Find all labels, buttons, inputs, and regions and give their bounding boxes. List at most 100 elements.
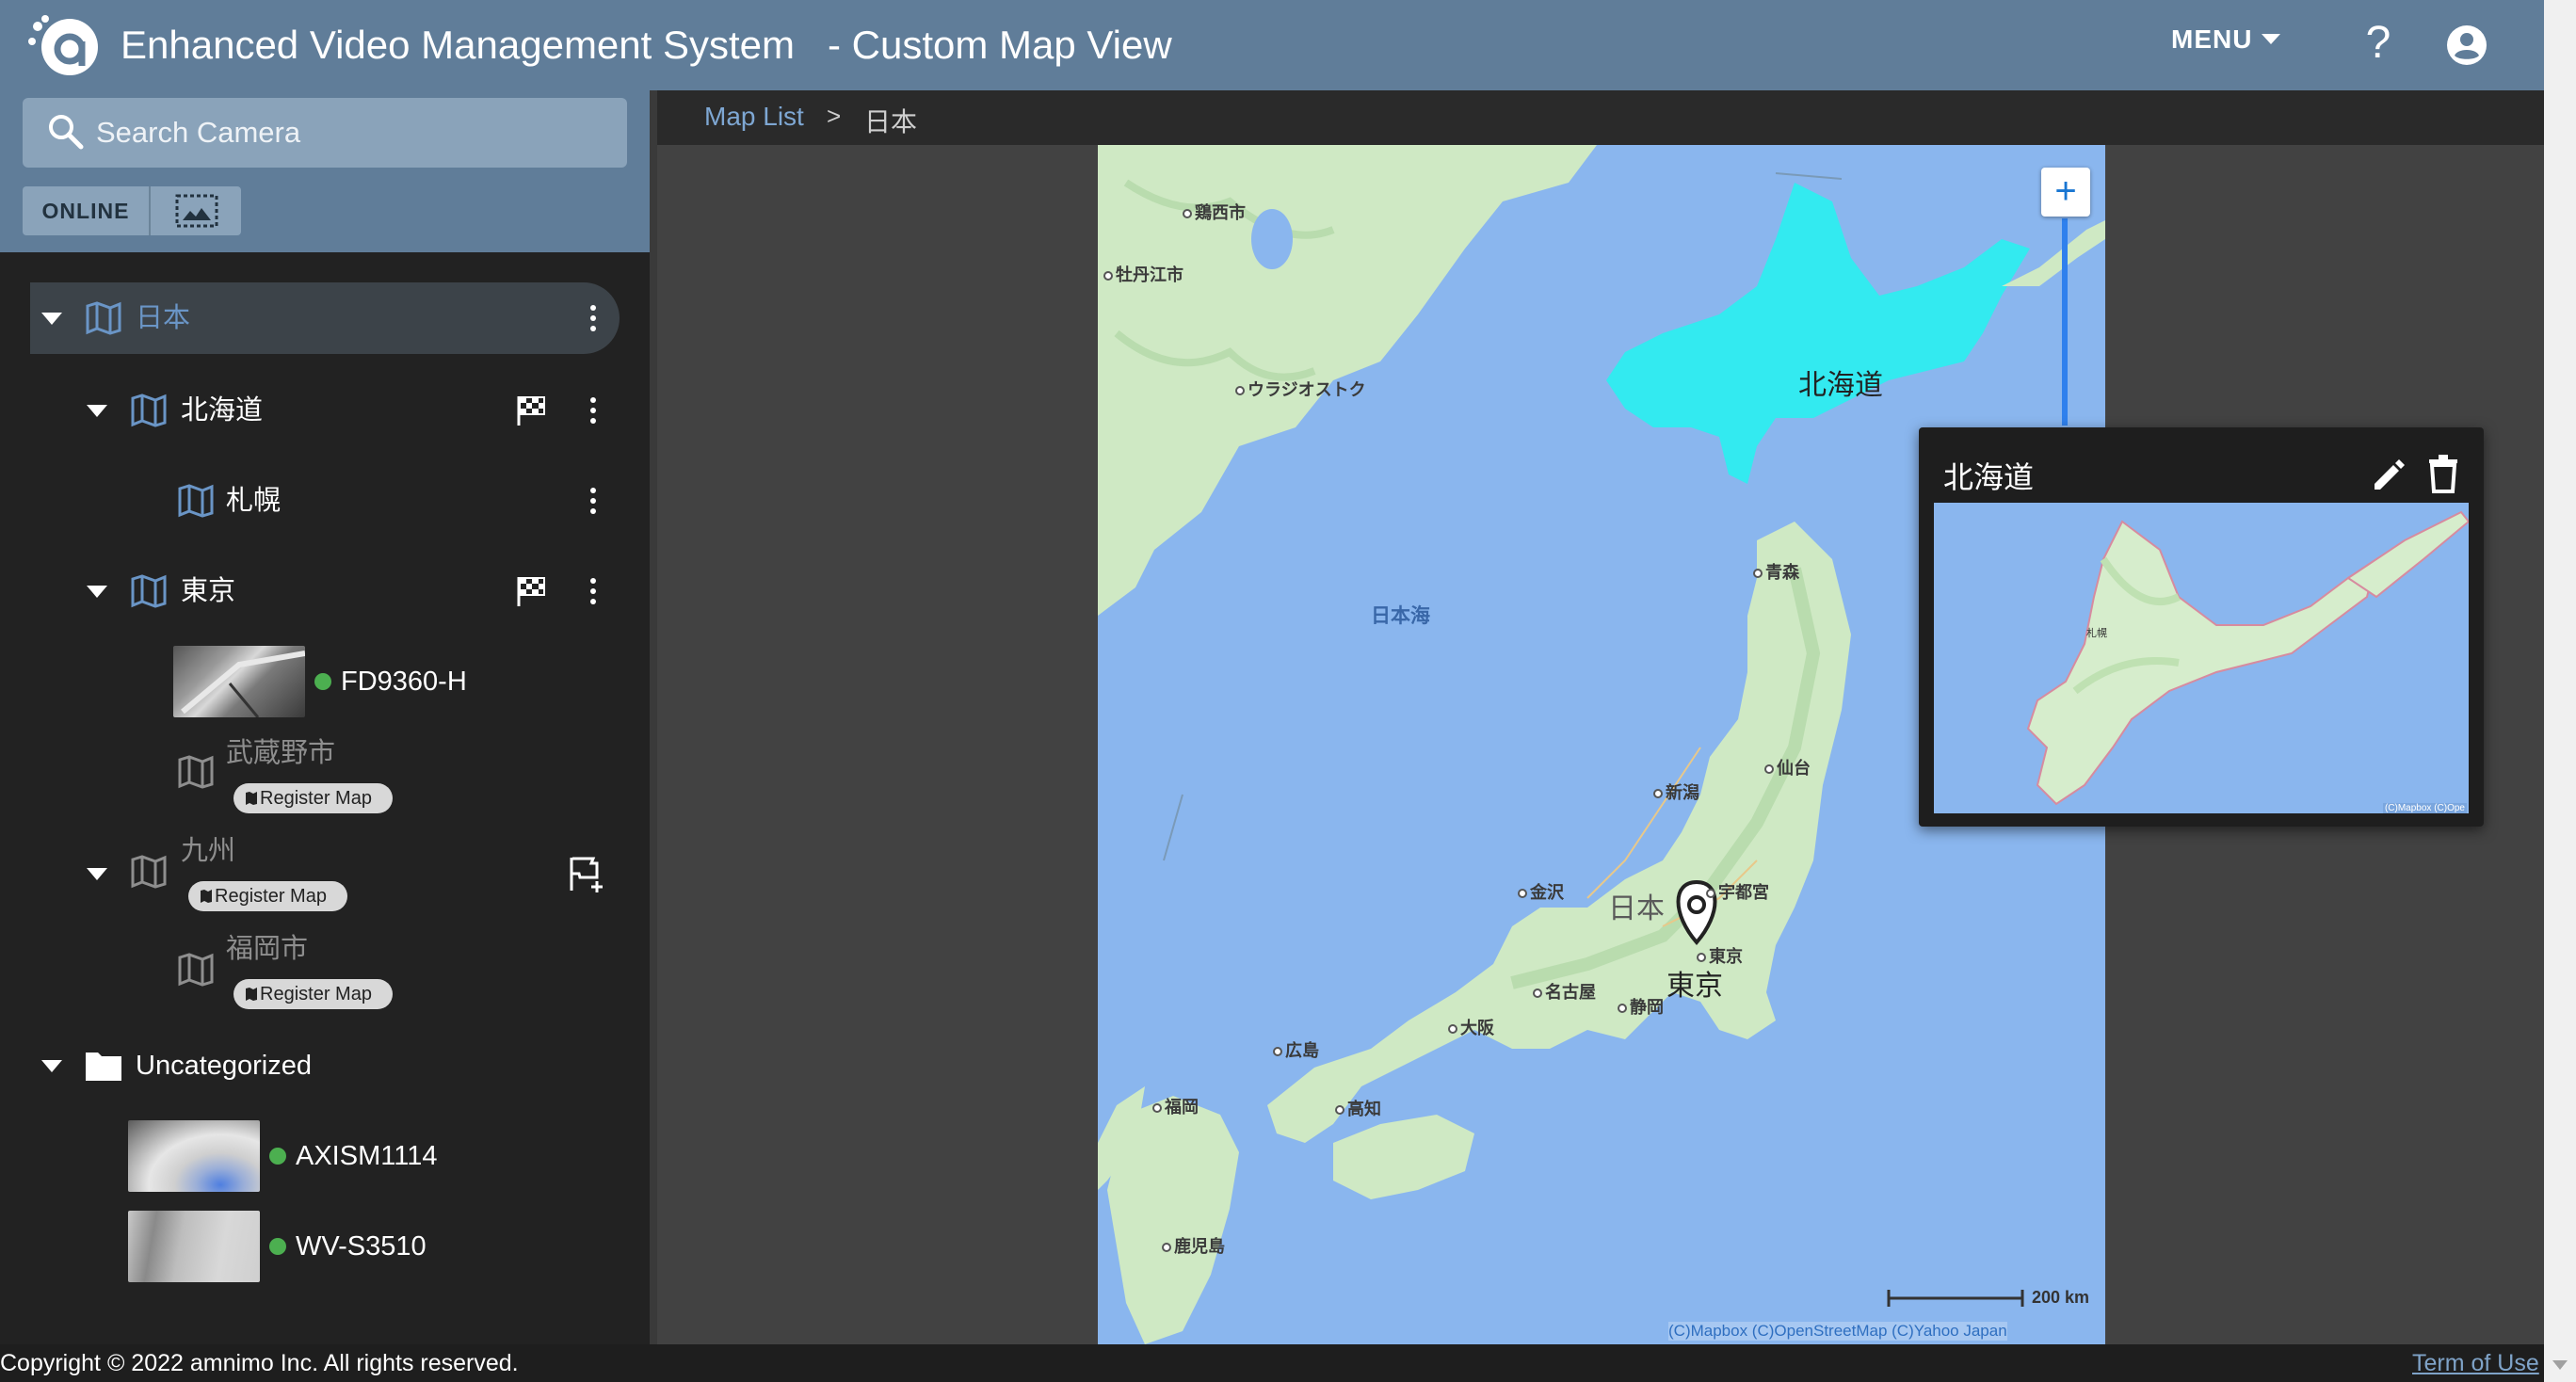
scroll-down-icon[interactable] bbox=[2550, 1356, 2570, 1374]
zoom-slider-track[interactable] bbox=[2062, 218, 2068, 426]
map-label-kochi: 高知 bbox=[1335, 1096, 1381, 1120]
map-label-utsunomiya: 宇都宮 bbox=[1706, 879, 1769, 904]
map-label-kanazawa: 金沢 bbox=[1518, 879, 1564, 904]
search-input[interactable] bbox=[96, 111, 604, 154]
filter-toggle-group: ONLINE bbox=[23, 186, 241, 235]
camera-search-box[interactable] bbox=[23, 98, 627, 168]
camera-thumbnail bbox=[173, 646, 305, 717]
popup-map-preview[interactable]: 札幌 (C)Mapbox (C)Ope bbox=[1934, 503, 2469, 813]
tree-item-tokyo[interactable]: 東京 bbox=[75, 555, 621, 627]
breadcrumb-current: 日本 bbox=[864, 107, 918, 137]
tree-label: 東京 bbox=[181, 576, 236, 606]
online-status-dot bbox=[314, 673, 331, 690]
map-icon bbox=[131, 855, 167, 889]
camera-item-fd9360h[interactable]: FD9360-H bbox=[169, 644, 621, 717]
map-label-fukuoka: 福岡 bbox=[1152, 1094, 1199, 1118]
caret-down-icon[interactable] bbox=[41, 313, 62, 326]
tree-item-hokkaido[interactable]: 北海道 bbox=[75, 375, 621, 446]
map-attribution[interactable]: (C)Mapbox (C)OpenStreetMap (C)Yahoo Japa… bbox=[1668, 1322, 2007, 1341]
map-icon bbox=[131, 574, 167, 608]
zoom-in-button[interactable]: + bbox=[2041, 168, 2090, 217]
help-button[interactable]: ? bbox=[2359, 17, 2397, 70]
more-vert-icon[interactable] bbox=[589, 487, 597, 515]
breadcrumb: Map List > 日本 bbox=[657, 90, 2544, 145]
checkered-flag-icon[interactable] bbox=[514, 574, 548, 608]
region-popup: 北海道 札幌 (C)Mapbox (C)Ope bbox=[1919, 427, 2484, 827]
mini-map-sapporo-label: 札幌 bbox=[2086, 627, 2107, 639]
thumbnail-toggle-button[interactable] bbox=[149, 186, 241, 235]
menu-button[interactable]: MENU bbox=[2171, 24, 2281, 55]
map-icon bbox=[178, 953, 214, 987]
caret-down-icon[interactable] bbox=[87, 586, 107, 599]
view-name: - Custom Map View bbox=[828, 23, 1172, 67]
amnimo-logo-icon bbox=[28, 15, 98, 75]
register-map-button[interactable]: Register Map bbox=[188, 881, 347, 911]
map-label-kagoshima: 鹿児島 bbox=[1162, 1233, 1225, 1258]
map-label-tokyo-marker: 東京 bbox=[1666, 970, 1723, 1003]
register-map-button[interactable]: Register Map bbox=[233, 783, 393, 813]
more-vert-icon[interactable] bbox=[589, 396, 597, 425]
camera-thumbnail bbox=[128, 1211, 260, 1282]
register-map-label: Register Map bbox=[260, 788, 372, 809]
more-vert-icon[interactable] bbox=[589, 577, 597, 605]
folder-icon bbox=[86, 1053, 121, 1081]
copyright-text: Copyright © 2022 amnimo Inc. All rights … bbox=[0, 1350, 519, 1376]
tree-label: 福岡市 bbox=[226, 934, 309, 964]
register-map-button[interactable]: Register Map bbox=[233, 979, 393, 1009]
hokkaido-mini-map bbox=[1934, 503, 2469, 813]
map-scale-label: 200 km bbox=[2032, 1288, 2090, 1307]
register-map-label: Register Map bbox=[260, 984, 372, 1004]
tree-label: 日本 bbox=[136, 303, 191, 333]
camera-item-axism1114[interactable]: AXISM1114 bbox=[122, 1118, 621, 1192]
caret-down-icon[interactable] bbox=[87, 868, 107, 881]
tree-item-japan[interactable]: 日本 bbox=[30, 282, 620, 354]
map-label-sendai: 仙台 bbox=[1764, 755, 1811, 779]
online-status-dot bbox=[269, 1238, 286, 1255]
online-filter-button[interactable]: ONLINE bbox=[23, 186, 149, 235]
caret-down-icon bbox=[2262, 34, 2281, 44]
map-label-aomori: 青森 bbox=[1753, 559, 1799, 584]
breadcrumb-map-list-link[interactable]: Map List bbox=[704, 102, 804, 132]
map-icon bbox=[178, 755, 214, 789]
app-name: Enhanced Video Management System bbox=[121, 23, 796, 67]
map-label-vladivostok: ウラジオストク bbox=[1235, 377, 1366, 401]
trash-icon[interactable] bbox=[2427, 454, 2459, 493]
map-icon bbox=[201, 890, 212, 903]
app-title: Enhanced Video Management System - Custo… bbox=[121, 19, 1172, 72]
caret-down-icon[interactable] bbox=[41, 1060, 62, 1073]
tree-label: 北海道 bbox=[181, 395, 264, 426]
add-flag-icon[interactable] bbox=[567, 855, 606, 894]
breadcrumb-separator: > bbox=[827, 102, 842, 130]
map-label-niigata: 新潟 bbox=[1653, 779, 1699, 804]
tree-item-musashino[interactable]: 武蔵野市 Register Map bbox=[169, 734, 621, 813]
map-label-osaka: 大阪 bbox=[1448, 1015, 1494, 1039]
account-icon[interactable] bbox=[2446, 24, 2487, 66]
map-label-mudanjiang: 牡丹江市 bbox=[1103, 262, 1183, 286]
sidebar-divider bbox=[650, 90, 657, 1346]
more-vert-icon[interactable] bbox=[589, 304, 597, 332]
footer: Copyright © 2022 amnimo Inc. All rights … bbox=[0, 1344, 2544, 1382]
tree-item-sapporo[interactable]: 札幌 bbox=[169, 465, 621, 537]
tree-item-uncategorized[interactable]: Uncategorized bbox=[30, 1030, 620, 1101]
map-label-jixi: 鶏西市 bbox=[1183, 200, 1246, 224]
map-icon bbox=[246, 988, 257, 1001]
map-label-nagoya: 名古屋 bbox=[1533, 979, 1596, 1004]
map-label-country: 日本 bbox=[1608, 892, 1665, 925]
tree-item-fukuoka[interactable]: 福岡市 Register Map bbox=[169, 930, 621, 1009]
tree-label: 九州 bbox=[181, 836, 236, 866]
pencil-icon[interactable] bbox=[2369, 456, 2407, 493]
page-scrollbar[interactable] bbox=[2544, 0, 2576, 1382]
tree-label: 武蔵野市 bbox=[226, 738, 336, 768]
camera-thumbnail bbox=[128, 1120, 260, 1192]
map-icon bbox=[86, 301, 121, 335]
caret-down-icon[interactable] bbox=[87, 405, 107, 418]
popup-title: 北海道 bbox=[1943, 460, 2035, 494]
terms-of-use-link[interactable]: Term of Use bbox=[2412, 1348, 2539, 1378]
menu-label: MENU bbox=[2171, 24, 2253, 54]
map-icon bbox=[178, 484, 214, 518]
checkered-flag-icon[interactable] bbox=[514, 394, 548, 427]
tree-item-kyushu[interactable]: 九州 Register Map bbox=[75, 832, 621, 911]
register-map-label: Register Map bbox=[215, 886, 327, 907]
map-label-sea: 日本海 bbox=[1371, 604, 1430, 627]
camera-item-wvs3510[interactable]: WV-S3510 bbox=[122, 1209, 621, 1282]
